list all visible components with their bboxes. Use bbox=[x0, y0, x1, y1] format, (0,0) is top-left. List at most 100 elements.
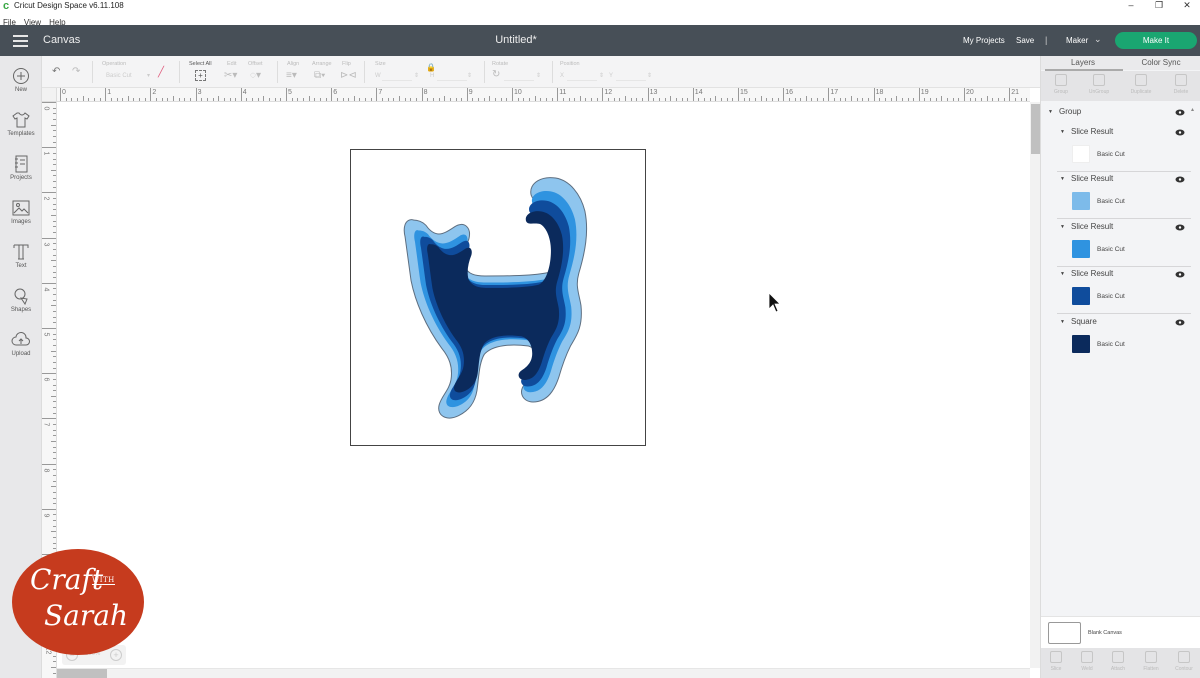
width-stepper[interactable]: ⇕ bbox=[414, 72, 419, 79]
lock-icon[interactable]: 🔒 bbox=[426, 63, 436, 72]
ruler-tick bbox=[42, 192, 56, 194]
height-input[interactable] bbox=[437, 70, 467, 81]
flip-icon[interactable]: ⊳⊲ bbox=[340, 70, 357, 81]
ruler-tick bbox=[173, 96, 174, 101]
sidebar-label: New bbox=[14, 87, 27, 93]
sidebar-item-templates[interactable]: Templates bbox=[0, 110, 42, 152]
ruler-tick-label: 2 bbox=[42, 196, 50, 201]
ruler-tick-label: 19 bbox=[920, 89, 929, 96]
edit-icon[interactable]: ✂▾ bbox=[224, 70, 237, 81]
height-stepper[interactable]: ⇕ bbox=[467, 72, 472, 79]
sidebar-item-images[interactable]: Images bbox=[0, 198, 42, 240]
horizontal-scroll-thumb[interactable] bbox=[57, 669, 107, 678]
tab-color-sync[interactable]: Color Sync bbox=[1121, 58, 1200, 67]
caret-down-icon[interactable]: ▾ bbox=[147, 72, 150, 79]
rotate-input[interactable] bbox=[504, 70, 534, 81]
ruler-tick bbox=[619, 98, 621, 101]
layer-operation: Basic Cut bbox=[1097, 151, 1125, 158]
eye-icon[interactable] bbox=[1175, 129, 1185, 136]
ruler-tick bbox=[167, 98, 169, 101]
close-button[interactable]: ✕ bbox=[1180, 0, 1194, 11]
horizontal-scrollbar[interactable] bbox=[57, 668, 1030, 678]
arrange-icon[interactable]: ⧉▾ bbox=[314, 70, 325, 81]
delete-button[interactable]: Delete bbox=[1163, 74, 1199, 95]
layered-cat-design[interactable] bbox=[395, 176, 595, 421]
align-icon[interactable]: ≡▾ bbox=[286, 70, 297, 81]
ruler-tick bbox=[51, 667, 56, 668]
ungroup-button[interactable]: UnGroup bbox=[1081, 74, 1117, 95]
eye-icon[interactable] bbox=[1175, 271, 1185, 278]
ruler-tick bbox=[901, 98, 903, 101]
select-all-button[interactable]: + bbox=[195, 70, 206, 81]
vertical-scroll-thumb[interactable] bbox=[1031, 104, 1040, 154]
pen-color-icon[interactable]: ╱ bbox=[158, 67, 164, 78]
chevron-down-icon[interactable]: ⌄ bbox=[1094, 34, 1102, 45]
zoom-in-button[interactable]: + bbox=[110, 649, 122, 661]
ruler-tick bbox=[53, 152, 56, 154]
notebook-icon bbox=[15, 155, 28, 173]
y-position-input[interactable] bbox=[616, 70, 646, 81]
ruler-tick bbox=[51, 305, 56, 307]
save-button[interactable]: Save bbox=[1016, 36, 1034, 45]
ruler-tick bbox=[698, 98, 700, 101]
collapse-triangle-icon[interactable]: ▼ bbox=[1048, 109, 1053, 115]
make-it-button[interactable]: Make It bbox=[1115, 32, 1197, 49]
ruler-tick bbox=[348, 98, 350, 101]
operation-label: Operation bbox=[102, 61, 127, 67]
minimize-button[interactable]: – bbox=[1124, 0, 1138, 10]
eye-icon[interactable] bbox=[1175, 224, 1185, 231]
ruler-tick bbox=[53, 203, 56, 205]
vertical-scrollbar[interactable] bbox=[1030, 102, 1040, 668]
sidebar-item-shapes[interactable]: Shapes bbox=[0, 286, 42, 328]
blank-canvas-swatch[interactable] bbox=[1048, 622, 1081, 644]
contour-button[interactable]: Contour bbox=[1169, 651, 1199, 672]
ruler-tick bbox=[805, 96, 807, 101]
sidebar-item-projects[interactable]: Projects bbox=[0, 154, 42, 196]
duplicate-button[interactable]: Duplicate bbox=[1123, 74, 1159, 95]
flatten-button[interactable]: Flatten bbox=[1136, 651, 1166, 672]
group-button[interactable]: Group bbox=[1043, 74, 1079, 95]
collapse-triangle-icon[interactable]: ▼ bbox=[1060, 176, 1065, 182]
machine-select[interactable]: Maker bbox=[1066, 36, 1088, 45]
ruler-tick bbox=[551, 98, 553, 101]
ruler-tick-label: 7 bbox=[378, 89, 383, 96]
layer-swatch-navy bbox=[1072, 335, 1090, 353]
operation-select[interactable]: Basic Cut bbox=[106, 73, 132, 79]
y-stepper[interactable]: ⇕ bbox=[647, 72, 652, 79]
x-stepper[interactable]: ⇕ bbox=[599, 72, 604, 79]
ruler-tick bbox=[302, 98, 304, 101]
eye-icon[interactable] bbox=[1175, 319, 1185, 326]
ruler-tick bbox=[291, 98, 293, 101]
ruler-tick-label: 0 bbox=[42, 106, 50, 111]
collapse-triangle-icon[interactable]: ▼ bbox=[1060, 224, 1065, 230]
eye-icon[interactable] bbox=[1175, 109, 1185, 116]
my-projects-link[interactable]: My Projects bbox=[963, 36, 1005, 45]
x-position-input[interactable] bbox=[567, 70, 597, 81]
redo-icon[interactable]: ↷ bbox=[72, 66, 80, 77]
width-input[interactable] bbox=[382, 70, 412, 81]
eye-icon[interactable] bbox=[1175, 176, 1185, 183]
arrange-label: Arrange bbox=[312, 61, 332, 67]
collapse-triangle-icon[interactable]: ▼ bbox=[1060, 129, 1065, 135]
attach-button[interactable]: Attach bbox=[1103, 651, 1133, 672]
collapse-triangle-icon[interactable]: ▼ bbox=[1060, 319, 1065, 325]
ruler-tick bbox=[771, 98, 773, 101]
rotate-stepper[interactable]: ⇕ bbox=[536, 72, 541, 79]
sidebar-item-upload[interactable]: Upload bbox=[0, 330, 42, 372]
weld-button[interactable]: Weld bbox=[1072, 651, 1102, 672]
sidebar-item-new[interactable]: New bbox=[0, 66, 42, 108]
ruler-tick bbox=[466, 88, 468, 101]
tab-layers[interactable]: Layers bbox=[1043, 58, 1123, 67]
restore-button[interactable]: ❐ bbox=[1152, 0, 1166, 11]
offset-icon[interactable]: ◌▾ bbox=[250, 70, 261, 81]
ruler-tick bbox=[591, 98, 593, 101]
slice-button[interactable]: Slice bbox=[1041, 651, 1071, 672]
sidebar-item-text[interactable]: Text bbox=[0, 242, 42, 284]
undo-icon[interactable]: ↶ bbox=[52, 66, 60, 77]
ruler-tick-label: 7 bbox=[42, 422, 50, 427]
collapse-triangle-icon[interactable]: ▼ bbox=[1060, 271, 1065, 277]
blank-canvas-row[interactable]: Blank Canvas bbox=[1041, 616, 1200, 648]
ruler-tick bbox=[53, 435, 56, 437]
ruler-tick bbox=[1009, 88, 1011, 101]
panel-scroll-up-icon[interactable]: ▴ bbox=[1191, 106, 1194, 113]
